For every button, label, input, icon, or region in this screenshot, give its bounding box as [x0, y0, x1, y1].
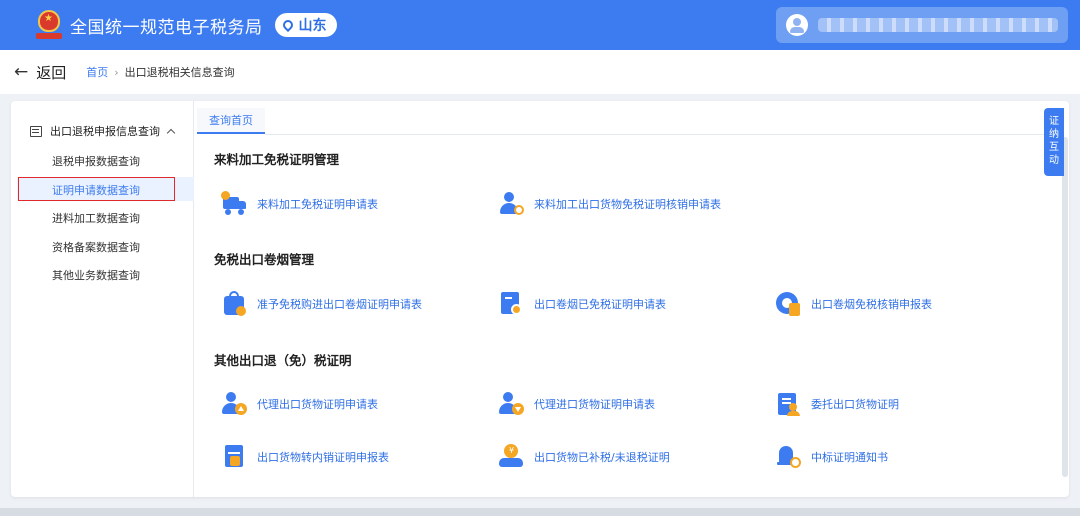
doc-swap-icon — [221, 444, 249, 470]
bag-check-icon — [221, 291, 249, 317]
arrow-left-icon: ← — [14, 62, 29, 82]
link-label: 中标证明通知书 — [811, 451, 888, 464]
back-button[interactable]: ← 返回 — [14, 62, 66, 83]
breadcrumb-separator: › — [114, 65, 119, 79]
location-pin-icon — [280, 17, 295, 33]
truck-icon — [221, 191, 249, 217]
link-label: 来料加工免税证明申请表 — [257, 198, 378, 211]
sidebar-item-refund-declaration[interactable]: 退税申报数据查询 — [52, 153, 140, 169]
float-tab-char: 互 — [1049, 142, 1059, 153]
link-bid-winning-notice[interactable]: 中标证明通知书 — [775, 444, 888, 470]
hand-coin-icon: ¥ — [498, 444, 526, 470]
vertical-scrollbar[interactable] — [1062, 137, 1068, 477]
sidebar-group-label: 出口退税申报信息查询 — [50, 125, 160, 138]
link-cigarette-purchase-application[interactable]: 准予免税购进出口卷烟证明申请表 — [221, 291, 422, 317]
document-icon — [30, 125, 42, 137]
breadcrumb-current: 出口退税相关信息查询 — [124, 66, 235, 79]
section-title-other-certificates: 其他出口退（免）税证明 — [214, 353, 352, 368]
float-tab-char: 动 — [1049, 155, 1059, 166]
sidebar-item-processing-trade[interactable]: 进料加工数据查询 — [52, 210, 140, 226]
user-name-blurred — [818, 18, 1058, 32]
region-label: 山东 — [298, 18, 327, 34]
back-label: 返回 — [36, 63, 67, 82]
user-up-icon — [221, 391, 249, 417]
link-label: 代理出口货物证明申请表 — [257, 398, 378, 411]
bottom-edge — [0, 508, 1080, 516]
breadcrumb-home-link[interactable]: 首页 — [86, 64, 108, 80]
link-label: 来料加工出口货物免税证明核销申请表 — [534, 198, 721, 211]
clipboard-user-icon — [775, 391, 803, 417]
section-title-processing-exemption: 来料加工免税证明管理 — [214, 152, 340, 167]
link-label: 出口货物转内销证明申报表 — [257, 451, 389, 464]
link-export-to-domestic-declaration[interactable]: 出口货物转内销证明申报表 — [221, 444, 389, 470]
link-label: 出口卷烟已免税证明申请表 — [534, 298, 666, 311]
float-tab-interaction[interactable]: 证 纳 互 动 — [1044, 108, 1064, 176]
link-agent-export-application[interactable]: 代理出口货物证明申请表 — [221, 391, 378, 417]
sidebar-item-other-business[interactable]: 其他业务数据查询 — [52, 267, 140, 283]
float-tab-char: 纳 — [1049, 129, 1059, 140]
link-cigarette-writeoff-declaration[interactable]: 出口卷烟免税核销申报表 — [775, 291, 932, 317]
doc-user-icon — [498, 291, 526, 317]
section-title-cigarette-exemption: 免税出口卷烟管理 — [214, 252, 315, 267]
sidebar-group-header[interactable]: 出口退税申报信息查询 — [30, 123, 176, 139]
tab-divider — [265, 134, 1062, 135]
link-cigarette-exempted-certificate[interactable]: 出口卷烟已免税证明申请表 — [498, 291, 666, 317]
link-agent-import-application[interactable]: 代理进口货物证明申请表 — [498, 391, 655, 417]
link-label: 代理进口货物证明申请表 — [534, 398, 655, 411]
tab-query-home[interactable]: 查询首页 — [197, 108, 265, 134]
link-label: 准予免税购进出口卷烟证明申请表 — [257, 298, 422, 311]
user-down-icon — [498, 391, 526, 417]
main-card: 出口退税申报信息查询 退税申报数据查询 证明申请数据查询 进料加工数据查询 资格… — [11, 101, 1069, 497]
sidebar-item-certificate-application[interactable]: 证明申请数据查询 — [52, 182, 140, 198]
region-selector[interactable]: 山东 — [274, 13, 337, 37]
user-avatar-icon — [786, 14, 808, 36]
link-label: 委托出口货物证明 — [811, 398, 899, 411]
gear-doc-icon — [775, 291, 803, 317]
link-entrusted-export-certificate[interactable]: 委托出口货物证明 — [775, 391, 899, 417]
link-tax-paid-not-refunded-certificate[interactable]: ¥ 出口货物已补税/未退税证明 — [498, 444, 670, 470]
link-label: 出口卷烟免税核销申报表 — [811, 298, 932, 311]
chevron-up-icon — [166, 128, 176, 137]
sidebar-item-qualification-filing[interactable]: 资格备案数据查询 — [52, 239, 140, 255]
site-title: 全国统一规范电子税务局 — [70, 17, 263, 38]
bell-gear-icon — [775, 444, 803, 470]
user-gear-icon — [498, 191, 526, 217]
link-label: 出口货物已补税/未退税证明 — [534, 451, 670, 464]
user-account-box[interactable] — [776, 7, 1068, 43]
sidebar: 出口退税申报信息查询 退税申报数据查询 证明申请数据查询 进料加工数据查询 资格… — [11, 101, 194, 497]
top-header: ★ 全国统一规范电子税务局 山东 — [0, 0, 1080, 50]
link-processing-exemption-writeoff[interactable]: 来料加工出口货物免税证明核销申请表 — [498, 191, 721, 217]
link-processing-exemption-application[interactable]: 来料加工免税证明申请表 — [221, 191, 378, 217]
breadcrumb-bar: ← 返回 首页 › 出口退税相关信息查询 — [0, 50, 1080, 94]
tax-emblem-logo: ★ — [36, 10, 62, 40]
float-tab-char: 证 — [1049, 116, 1059, 127]
